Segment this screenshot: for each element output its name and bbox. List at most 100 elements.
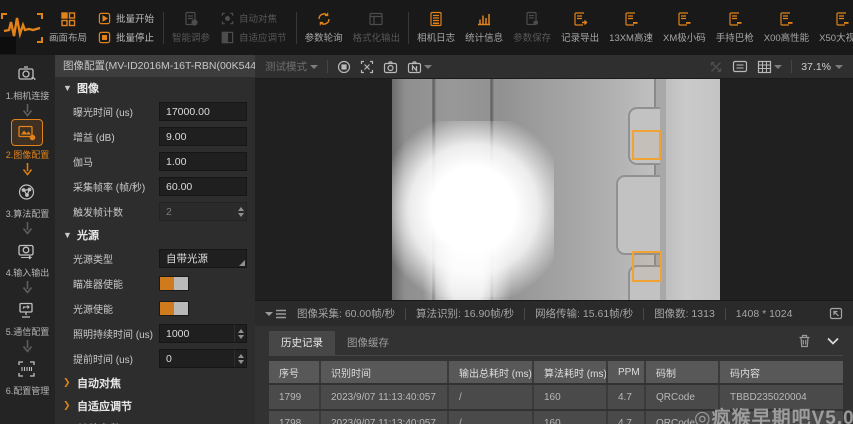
gain-value: 9.00 — [166, 131, 186, 143]
viewer-status-bar: 图像采集: 60.00帧/秒 算法识别: 16.90帧/秒 网络传输: 15.6… — [255, 300, 853, 326]
continuous-capture-button[interactable] — [407, 60, 432, 74]
illum-duration-label: 照明持续时间 (us) — [73, 326, 159, 341]
grid-view-icon — [757, 60, 772, 74]
stats-info-button[interactable]: 统计信息 — [460, 0, 508, 55]
auto-focus-icon — [221, 12, 234, 25]
molded-tab — [616, 175, 660, 255]
advance-time-input[interactable]: 0 — [159, 349, 247, 368]
spinner-control[interactable] — [234, 203, 246, 220]
preset-document-icon — [676, 11, 692, 27]
move-arrows-icon — [709, 60, 723, 74]
section-adaptive-label: 自适应调节 — [77, 398, 132, 414]
light-enable-toggle[interactable] — [159, 301, 189, 316]
tab-history[interactable]: 历史记录 — [269, 331, 335, 355]
roi-box[interactable] — [632, 251, 662, 282]
batch-controls: 批量开始 批量停止 — [92, 0, 160, 55]
spinner-control[interactable] — [234, 350, 246, 367]
corner-arrow-icon — [829, 307, 843, 320]
toolbar-separator — [408, 12, 409, 44]
toolbar-separator — [163, 12, 164, 44]
algorithm-nodes-icon — [11, 178, 43, 205]
format-output-button[interactable]: 格式化输出 — [348, 0, 406, 55]
auto-focus-button[interactable]: 自动对焦 — [221, 11, 287, 25]
exposure-value: 17000.00 — [166, 106, 210, 118]
screen-layout-button[interactable]: 画面布局 — [44, 0, 92, 55]
exposure-time-input[interactable]: 17000.00 — [159, 102, 247, 121]
aimer-enable-toggle[interactable] — [159, 276, 189, 291]
format-window-icon — [368, 11, 384, 27]
section-image[interactable]: ▼ 图像 — [55, 77, 255, 99]
clear-history-button[interactable] — [798, 334, 811, 348]
section-light[interactable]: ▼ 光源 — [55, 224, 255, 246]
camera-io-icon — [11, 237, 43, 264]
advance-time-label: 提前时间 (us) — [73, 351, 159, 366]
section-other-params[interactable]: ❯ 其他参数 — [55, 417, 255, 424]
section-autofocus[interactable]: ❯ 自动对焦 — [55, 371, 255, 394]
preset-xm-tinycode-button[interactable]: XM极小码 — [658, 0, 711, 55]
comm-monitor-icon — [11, 296, 43, 323]
roi-box[interactable] — [632, 130, 661, 160]
preset-13xm-label: 13XM高速 — [609, 30, 653, 44]
col-time: 识别时间 — [321, 361, 449, 383]
toolbar-separator — [296, 12, 297, 44]
flow-arrow-icon — [22, 340, 33, 353]
zoom-level-select[interactable]: 37.1% — [801, 61, 843, 73]
frame-rate-input[interactable]: 60.00 — [159, 177, 247, 196]
snapshot-button[interactable] — [383, 60, 398, 74]
pan-move-button[interactable] — [709, 60, 723, 74]
sidebar-item-comm-config[interactable]: 5.通信配置 — [6, 296, 50, 338]
trigger-frame-count-input[interactable]: 2 — [159, 202, 247, 221]
preset-13xm-highspeed-button[interactable]: 13XM高速 — [604, 0, 658, 55]
sidebar-label: 1.相机连接 — [6, 89, 50, 102]
light-type-select[interactable]: 自带光源 — [159, 249, 247, 268]
sidebar-item-image-config[interactable]: 2.图像配置 — [6, 119, 50, 161]
cell-total-ms: / — [449, 411, 534, 424]
camera-link-icon — [11, 60, 43, 87]
batch-stop-label: 批量停止 — [116, 30, 154, 44]
cell-total-ms: / — [449, 385, 534, 409]
col-no: 序号 — [269, 361, 321, 383]
status-menu-button[interactable] — [265, 309, 287, 319]
spinner-control[interactable] — [234, 325, 246, 342]
tab-image-cache[interactable]: 图像缓存 — [335, 331, 401, 355]
test-mode-label: 测试模式 — [265, 59, 307, 74]
status-separator — [524, 308, 525, 320]
grid-layout-icon — [60, 11, 76, 27]
list-icon — [275, 309, 287, 319]
smart-tune-button[interactable]: 智能调参 — [167, 0, 215, 55]
batch-start-button[interactable]: 批量开始 — [98, 11, 154, 25]
collapse-panel-button[interactable] — [827, 337, 839, 345]
caret-down-icon — [265, 312, 273, 316]
preset-document-icon — [623, 11, 639, 27]
section-adaptive[interactable]: ❯ 自适应调节 — [55, 394, 255, 417]
gain-input[interactable]: 9.00 — [159, 127, 247, 146]
preset-x00-performance-button[interactable]: X00高性能 — [759, 0, 814, 55]
toggle-on-half — [160, 302, 174, 315]
crosshair-button[interactable] — [360, 60, 374, 74]
grid-view-button[interactable] — [757, 60, 782, 74]
fit-window-button[interactable] — [732, 60, 748, 73]
preset-handheld-button[interactable]: 手持巴枪 — [711, 0, 759, 55]
camera-log-button[interactable]: 相机日志 — [412, 0, 460, 55]
status-network: 网络传输: 15.61帧/秒 — [535, 306, 633, 321]
gamma-input[interactable]: 1.00 — [159, 152, 247, 171]
sidebar-item-config-manage[interactable]: 6.配置管理 — [6, 355, 50, 397]
illumination-duration-input[interactable]: 1000 — [159, 324, 247, 343]
test-mode-select[interactable]: 测试模式 — [265, 59, 318, 74]
param-poll-button[interactable]: 参数轮询 — [300, 0, 348, 55]
param-save-button[interactable]: 参数保存 — [508, 0, 556, 55]
record-export-button[interactable]: 记录导出 — [556, 0, 604, 55]
camera-image[interactable] — [392, 79, 720, 300]
preset-document-icon — [778, 11, 794, 27]
adaptive-adjust-button[interactable]: 自适应调节 — [221, 30, 287, 44]
sidebar-item-camera-connect[interactable]: 1.相机连接 — [6, 60, 50, 102]
sidebar-item-algorithm-config[interactable]: 3.算法配置 — [6, 178, 50, 220]
gain-label: 增益 (dB) — [73, 129, 159, 144]
trigger-once-button[interactable] — [337, 60, 351, 74]
popout-button[interactable] — [829, 307, 843, 320]
sidebar-item-input-output[interactable]: 4.输入输出 — [6, 237, 50, 279]
preset-x50-fov-button[interactable]: X50大视野 — [814, 0, 853, 55]
batch-stop-button[interactable]: 批量停止 — [98, 30, 154, 44]
smart-tune-label: 智能调参 — [172, 30, 210, 44]
collapse-tile[interactable] — [0, 37, 16, 54]
